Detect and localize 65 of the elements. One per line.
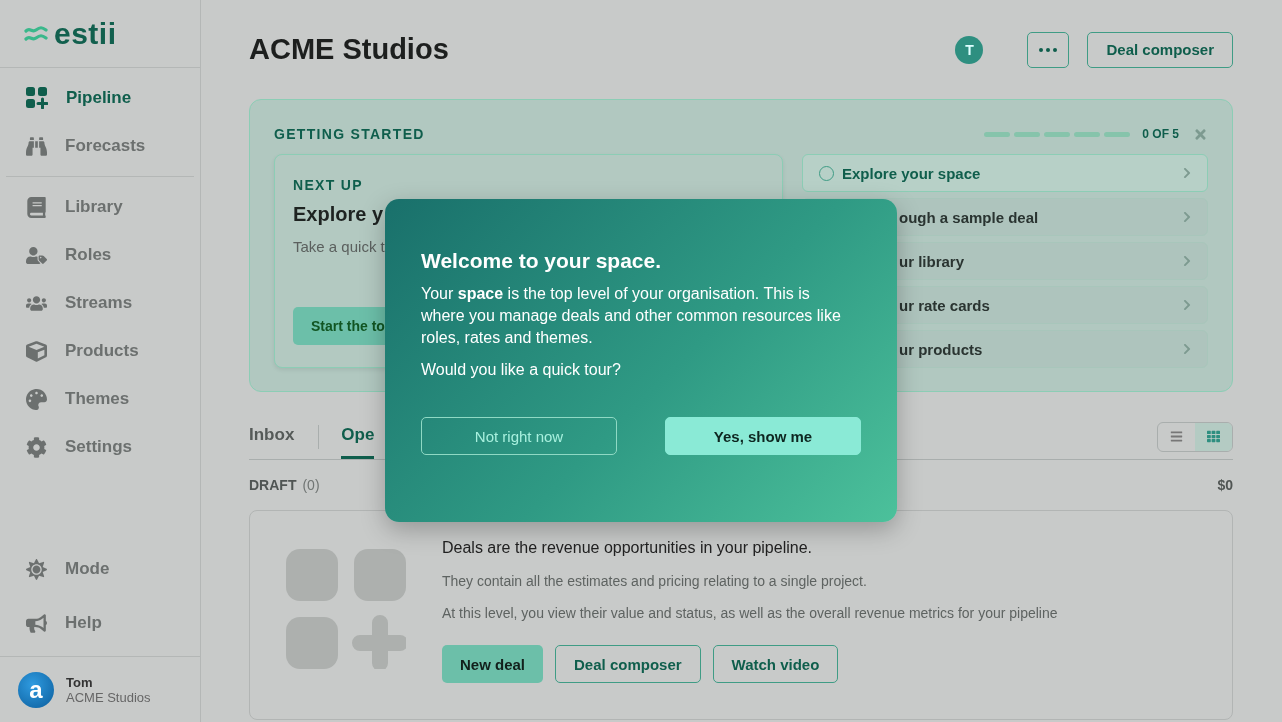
confirm-button[interactable]: Yes, show me — [665, 417, 861, 455]
dialog-text: Would you like a quick tour? — [421, 360, 622, 380]
progress-segment — [1074, 131, 1101, 137]
deal-composer-button[interactable]: Deal composer — [1087, 31, 1233, 68]
empty-state-headline: Deals are the revenue opportunities in your pipeline. — [442, 539, 813, 557]
chevron-icon — [1181, 343, 1193, 355]
step-item[interactable]: Explore your space — [802, 154, 1208, 192]
sun-icon — [26, 558, 47, 580]
more-button[interactable] — [1027, 31, 1070, 68]
nav-item[interactable]: Mode — [0, 542, 194, 596]
user-org: ACME Studios — [66, 689, 151, 705]
nav-item[interactable]: Products — [0, 327, 194, 375]
chevron-icon — [1181, 255, 1193, 267]
close-icon[interactable] — [1193, 126, 1208, 142]
outline-button[interactable]: Deal composer — [555, 645, 701, 683]
logo-text: estii — [54, 16, 117, 51]
book-icon — [26, 196, 47, 218]
nav-item[interactable]: Settings — [0, 423, 194, 471]
progress-segment — [1044, 131, 1071, 137]
section-total: $0 — [1217, 477, 1233, 493]
user-name: Tom — [66, 674, 94, 690]
chevron-icon — [1181, 211, 1193, 223]
chevron-icon — [1181, 167, 1193, 179]
section-title: DRAFT — [249, 477, 297, 493]
nav-item[interactable]: Help — [0, 596, 194, 650]
nav-item[interactable]: Library — [0, 183, 194, 231]
user-tag-icon — [26, 244, 47, 266]
logo-waves-icon — [24, 24, 48, 43]
dismiss-button[interactable]: Not right now — [421, 417, 617, 455]
palette-icon — [26, 388, 47, 410]
progress-segment — [1104, 131, 1131, 137]
user-avatar[interactable]: T — [955, 35, 984, 64]
user-avatar: a — [18, 671, 54, 708]
new-deal-button[interactable]: New deal — [442, 645, 544, 683]
tab[interactable]: Ope — [341, 414, 375, 459]
empty-state-text: At this level, you view their value and status, as well as the overall revenue metrics for your pipeline — [442, 605, 1058, 621]
progress-segment — [984, 131, 1011, 137]
section-title: GETTING STARTED — [274, 126, 426, 142]
binoculars-icon — [26, 135, 47, 157]
nav-item[interactable]: Streams — [0, 279, 194, 327]
nav-item[interactable]: Themes — [0, 375, 194, 423]
megaphone-icon — [26, 612, 47, 634]
next-up-label: NEXT UP — [293, 177, 364, 193]
dialog-title: Welcome to your space. — [421, 249, 663, 273]
list-icon — [1170, 430, 1183, 443]
empty-state-text: They contain all the estimates and pricing relating to a single project. — [442, 573, 868, 589]
grid-view-button[interactable] — [1195, 422, 1232, 451]
settings-icon — [26, 436, 47, 458]
chevron-icon — [1181, 299, 1193, 311]
progress-segment — [1014, 131, 1041, 137]
nav-item[interactable]: Roles — [0, 231, 194, 279]
next-up-title: Explore y — [293, 203, 385, 226]
tab[interactable]: Inbox — [249, 414, 295, 459]
grid-plus-icon — [286, 549, 406, 669]
next-up-text: Take a quick t — [293, 238, 386, 255]
outline-button[interactable]: Watch video — [712, 645, 839, 683]
grid-icon — [1207, 430, 1220, 443]
grid-plus-icon — [26, 87, 48, 109]
page-title: ACME Studios — [249, 33, 450, 66]
nav-item[interactable]: Pipeline — [0, 74, 194, 122]
cube-icon — [26, 340, 47, 362]
section-count: (0) — [302, 477, 321, 493]
more-icon — [1039, 47, 1058, 52]
progress-label: 0 OF 5 — [1142, 127, 1179, 141]
nav-item[interactable]: Forecasts — [0, 122, 194, 170]
